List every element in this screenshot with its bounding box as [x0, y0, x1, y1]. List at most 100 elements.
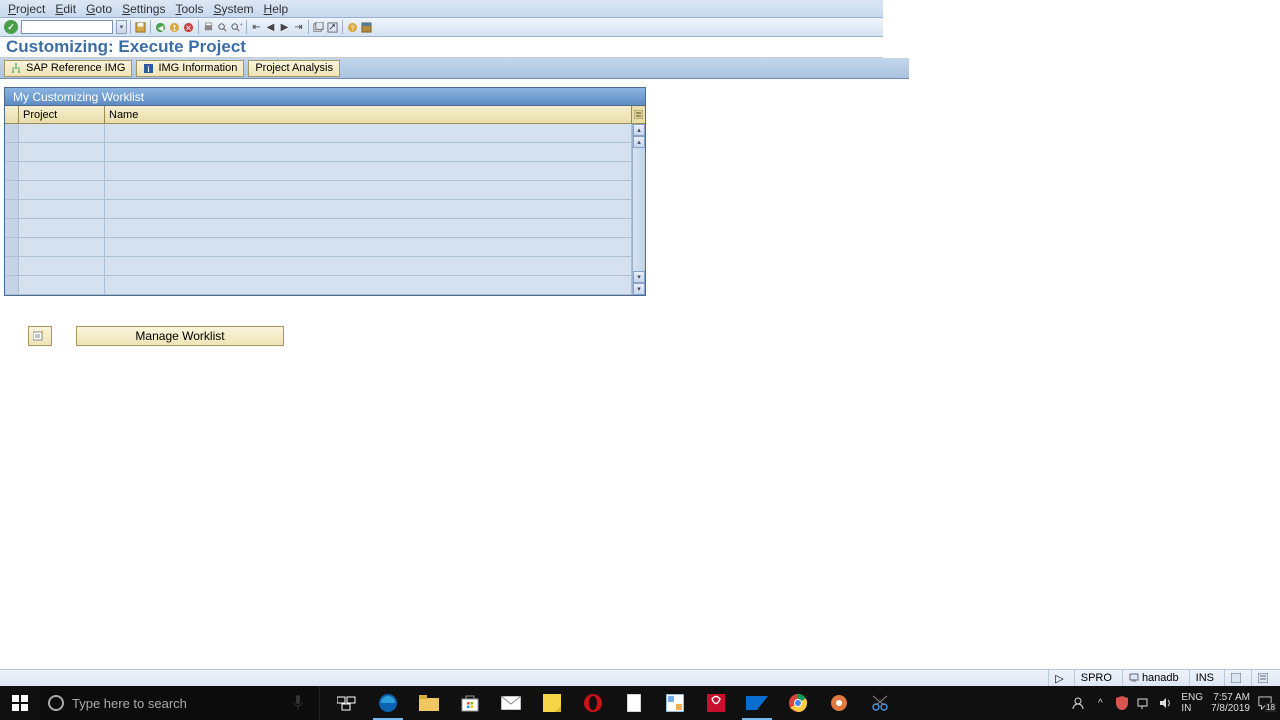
- first-page-icon[interactable]: ⇤: [250, 21, 263, 34]
- acrobat-icon[interactable]: [697, 686, 735, 720]
- row-selector[interactable]: [5, 124, 19, 142]
- help-icon[interactable]: ?: [346, 21, 359, 34]
- store-icon[interactable]: [451, 686, 489, 720]
- find-next-icon[interactable]: +: [230, 21, 243, 34]
- cell-project[interactable]: [19, 181, 105, 199]
- network-icon[interactable]: [1137, 696, 1151, 710]
- scroll-up-icon[interactable]: ▴: [633, 136, 645, 148]
- vertical-scrollbar[interactable]: ▴ ▴ ▾ ▾: [632, 124, 645, 295]
- start-button[interactable]: [0, 686, 40, 720]
- row-selector[interactable]: [5, 200, 19, 218]
- menu-system[interactable]: System: [213, 2, 253, 16]
- cell-name[interactable]: [105, 143, 632, 161]
- tray-clock[interactable]: 7:57 AM 7/8/2019: [1211, 692, 1250, 714]
- sap-logon-icon[interactable]: [738, 686, 776, 720]
- table-row[interactable]: [5, 124, 632, 143]
- people-icon[interactable]: [1071, 696, 1085, 710]
- notepad-icon[interactable]: [615, 686, 653, 720]
- cell-name[interactable]: [105, 162, 632, 180]
- mail-icon[interactable]: [492, 686, 530, 720]
- status-abap-icon[interactable]: [1251, 670, 1274, 686]
- cell-project[interactable]: [19, 143, 105, 161]
- column-name[interactable]: Name: [105, 106, 632, 123]
- cell-name[interactable]: [105, 276, 632, 294]
- next-page-icon[interactable]: ▶: [278, 21, 291, 34]
- cell-project[interactable]: [19, 162, 105, 180]
- command-field[interactable]: [21, 20, 113, 34]
- menu-project[interactable]: Project: [8, 2, 45, 16]
- manage-worklist-button[interactable]: Manage Worklist: [76, 326, 284, 346]
- action-center-icon[interactable]: 18: [1258, 696, 1272, 710]
- cell-project[interactable]: [19, 219, 105, 237]
- cell-project[interactable]: [19, 276, 105, 294]
- cell-name[interactable]: [105, 238, 632, 256]
- security-icon[interactable]: [1115, 696, 1129, 710]
- prev-page-icon[interactable]: ◀: [264, 21, 277, 34]
- cell-name[interactable]: [105, 181, 632, 199]
- scroll-top-icon[interactable]: ▴: [633, 124, 645, 136]
- table-row[interactable]: [5, 200, 632, 219]
- menu-settings[interactable]: Settings: [122, 2, 165, 16]
- row-selector[interactable]: [5, 162, 19, 180]
- tray-expand-icon[interactable]: ^: [1093, 696, 1107, 710]
- find-icon[interactable]: [216, 21, 229, 34]
- save-icon[interactable]: [134, 21, 147, 34]
- table-row[interactable]: [5, 181, 632, 200]
- table-config-icon[interactable]: [632, 106, 645, 123]
- row-selector[interactable]: [5, 276, 19, 294]
- opera-icon[interactable]: [574, 686, 612, 720]
- scroll-down-icon[interactable]: ▾: [633, 271, 645, 283]
- row-selector[interactable]: [5, 143, 19, 161]
- scroll-bottom-icon[interactable]: ▾: [633, 283, 645, 295]
- last-page-icon[interactable]: ⇥: [292, 21, 305, 34]
- microphone-icon[interactable]: [291, 694, 305, 712]
- sticky-notes-icon[interactable]: [533, 686, 571, 720]
- menu-tools[interactable]: Tools: [175, 2, 203, 16]
- row-selector[interactable]: [5, 238, 19, 256]
- column-selector[interactable]: [5, 106, 19, 123]
- cell-project[interactable]: [19, 238, 105, 256]
- table-row[interactable]: [5, 257, 632, 276]
- cell-name[interactable]: [105, 124, 632, 142]
- settings-app-icon[interactable]: [820, 686, 858, 720]
- chrome-icon[interactable]: [779, 686, 817, 720]
- column-project[interactable]: Project: [19, 106, 105, 123]
- new-session-icon[interactable]: [312, 21, 325, 34]
- cell-name[interactable]: [105, 219, 632, 237]
- cell-name[interactable]: [105, 257, 632, 275]
- row-selector[interactable]: [5, 257, 19, 275]
- menu-help[interactable]: Help: [264, 2, 289, 16]
- cell-name[interactable]: [105, 200, 632, 218]
- back-icon[interactable]: ◀: [154, 21, 167, 34]
- shortcut-icon[interactable]: [326, 21, 339, 34]
- cell-project[interactable]: [19, 257, 105, 275]
- command-dropdown-icon[interactable]: ▾: [116, 20, 127, 34]
- exit-icon[interactable]: ↥: [168, 21, 181, 34]
- layout-icon[interactable]: [360, 21, 373, 34]
- paint-icon[interactable]: [656, 686, 694, 720]
- project-analysis-button[interactable]: Project Analysis: [248, 60, 340, 77]
- task-view-icon[interactable]: [328, 686, 366, 720]
- cancel-icon[interactable]: ✕: [182, 21, 195, 34]
- menu-goto[interactable]: Goto: [86, 2, 112, 16]
- table-row[interactable]: [5, 238, 632, 257]
- status-expand-icon[interactable]: ▷: [1048, 670, 1069, 686]
- sap-reference-img-button[interactable]: SAP Reference IMG: [4, 60, 132, 77]
- add-to-worklist-button[interactable]: [28, 326, 52, 346]
- table-row[interactable]: [5, 219, 632, 238]
- snipping-tool-icon[interactable]: [861, 686, 899, 720]
- file-explorer-icon[interactable]: [410, 686, 448, 720]
- cell-project[interactable]: [19, 200, 105, 218]
- row-selector[interactable]: [5, 181, 19, 199]
- edge-icon[interactable]: [369, 686, 407, 720]
- volume-icon[interactable]: [1159, 696, 1173, 710]
- cell-project[interactable]: [19, 124, 105, 142]
- menu-edit[interactable]: Edit: [55, 2, 76, 16]
- table-row[interactable]: [5, 162, 632, 181]
- table-row[interactable]: [5, 276, 632, 295]
- row-selector[interactable]: [5, 219, 19, 237]
- tray-language[interactable]: ENG IN: [1181, 692, 1203, 714]
- enter-icon[interactable]: ✓: [4, 20, 18, 34]
- table-row[interactable]: [5, 143, 632, 162]
- img-information-button[interactable]: i IMG Information: [136, 60, 244, 77]
